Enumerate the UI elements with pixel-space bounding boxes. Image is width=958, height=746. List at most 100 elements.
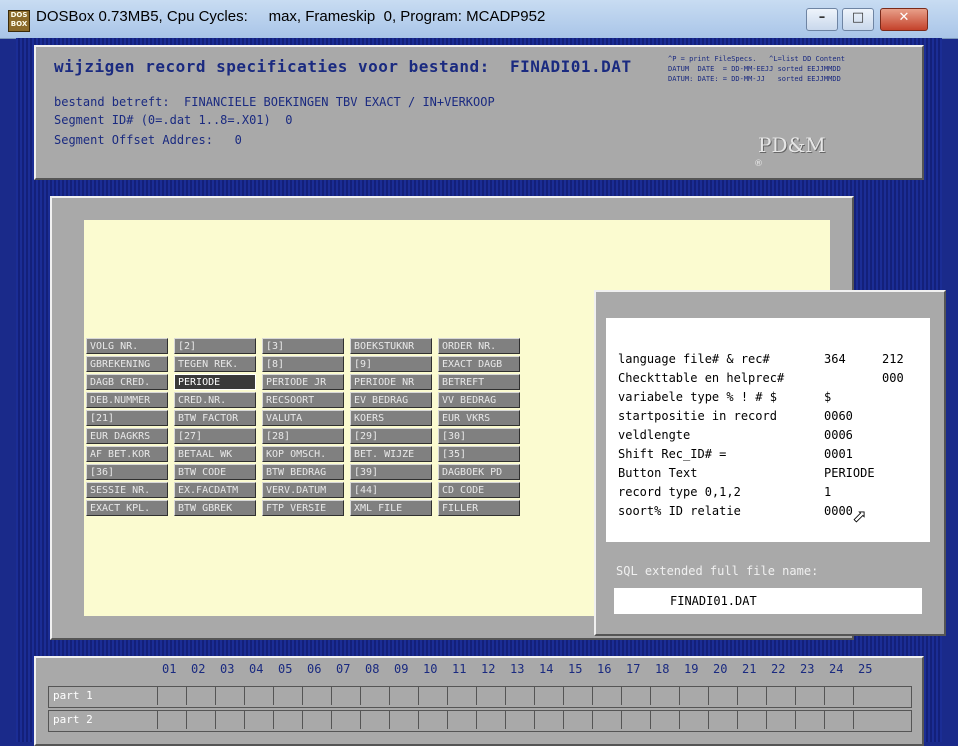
part-cell[interactable] xyxy=(476,687,503,705)
field-button[interactable]: [21] xyxy=(86,410,168,426)
part-cell[interactable] xyxy=(215,687,242,705)
field-button[interactable]: EUR DAGKRS xyxy=(86,428,168,444)
field-button[interactable]: [36] xyxy=(86,464,168,480)
field-button[interactable]: PERIODE xyxy=(174,374,256,390)
field-button[interactable]: FTP VERSIE xyxy=(262,500,344,516)
property-value[interactable]: 364 xyxy=(824,352,846,366)
part-cell[interactable] xyxy=(737,687,764,705)
part-cell[interactable] xyxy=(447,687,474,705)
field-button[interactable]: EV BEDRAG xyxy=(350,392,432,408)
field-button[interactable]: PERIODE NR xyxy=(350,374,432,390)
part-cell[interactable] xyxy=(795,687,822,705)
field-button[interactable]: VALUTA xyxy=(262,410,344,426)
part-cell[interactable] xyxy=(708,687,735,705)
property-value-secondary[interactable]: 212 xyxy=(882,352,904,366)
part-cell[interactable] xyxy=(389,711,416,729)
minimize-button[interactable]: – xyxy=(806,8,838,31)
part-cell[interactable] xyxy=(186,687,213,705)
field-button[interactable]: VOLG NR. xyxy=(86,338,168,354)
part-cell[interactable] xyxy=(418,687,445,705)
part-cell[interactable] xyxy=(592,711,619,729)
field-button[interactable]: SESSIE NR. xyxy=(86,482,168,498)
field-button[interactable]: BTW FACTOR xyxy=(174,410,256,426)
part-cell[interactable] xyxy=(621,687,648,705)
field-button[interactable]: [39] xyxy=(350,464,432,480)
part-cell[interactable] xyxy=(360,711,387,729)
field-button[interactable]: KOERS xyxy=(350,410,432,426)
field-button[interactable]: BTW BEDRAG xyxy=(262,464,344,480)
part-cell[interactable] xyxy=(447,711,474,729)
sql-file-name-field[interactable]: FINADI01.DAT xyxy=(614,588,922,614)
part-cell[interactable] xyxy=(650,687,677,705)
field-button[interactable]: CD CODE xyxy=(438,482,520,498)
part-cell[interactable] xyxy=(331,711,358,729)
field-button[interactable]: BETAAL WK xyxy=(174,446,256,462)
part-cell[interactable] xyxy=(824,687,851,705)
field-button[interactable]: DAGBOEK PD xyxy=(438,464,520,480)
property-value-secondary[interactable]: 000 xyxy=(882,371,904,385)
part-cell[interactable] xyxy=(505,711,532,729)
property-value[interactable]: 0006 xyxy=(824,428,853,442)
property-value[interactable]: $ xyxy=(824,390,831,404)
field-button[interactable]: [27] xyxy=(174,428,256,444)
dosbox-app-icon[interactable]: DOS BOX xyxy=(8,10,30,32)
field-button[interactable]: [30] xyxy=(438,428,520,444)
field-button[interactable]: BETREFT xyxy=(438,374,520,390)
field-button[interactable]: KOP OMSCH. xyxy=(262,446,344,462)
field-button[interactable]: DAGB CRED. xyxy=(86,374,168,390)
part-cell[interactable] xyxy=(273,711,300,729)
part-cell[interactable] xyxy=(650,711,677,729)
part-cell[interactable] xyxy=(766,687,793,705)
field-button[interactable]: [2] xyxy=(174,338,256,354)
part-cell[interactable] xyxy=(215,711,242,729)
part-cell[interactable] xyxy=(157,711,184,729)
part-cell[interactable] xyxy=(708,711,735,729)
part-cell[interactable] xyxy=(476,711,503,729)
part-cell[interactable] xyxy=(331,687,358,705)
part-cell[interactable] xyxy=(563,711,590,729)
part-cell[interactable] xyxy=(273,687,300,705)
part-cell[interactable] xyxy=(418,711,445,729)
field-button[interactable]: TEGEN REK. xyxy=(174,356,256,372)
field-button[interactable]: GBREKENING xyxy=(86,356,168,372)
field-button[interactable]: [44] xyxy=(350,482,432,498)
part-cell[interactable] xyxy=(302,687,329,705)
field-button[interactable]: VV BEDRAG xyxy=(438,392,520,408)
property-value[interactable]: 1 xyxy=(824,485,831,499)
field-button[interactable]: VERV.DATUM xyxy=(262,482,344,498)
part-cell[interactable] xyxy=(592,687,619,705)
part-cell[interactable] xyxy=(302,711,329,729)
field-button[interactable]: PERIODE JR xyxy=(262,374,344,390)
part-cell[interactable] xyxy=(679,711,706,729)
field-button[interactable]: BOEKSTUKNR xyxy=(350,338,432,354)
property-value[interactable]: PERIODE xyxy=(824,466,875,480)
property-value[interactable]: 0000 xyxy=(824,504,853,518)
part-cell[interactable] xyxy=(389,687,416,705)
part-cell[interactable] xyxy=(505,687,532,705)
part-cell[interactable] xyxy=(621,711,648,729)
part-cell[interactable] xyxy=(853,711,880,729)
field-button[interactable]: EX.FACDATM xyxy=(174,482,256,498)
field-button[interactable]: [8] xyxy=(262,356,344,372)
part-cell[interactable] xyxy=(737,711,764,729)
field-button[interactable]: BTW CODE xyxy=(174,464,256,480)
maximize-button[interactable]: □ xyxy=(842,8,874,31)
part-cell[interactable] xyxy=(244,687,271,705)
field-button[interactable]: [9] xyxy=(350,356,432,372)
part-cell[interactable] xyxy=(679,687,706,705)
field-button[interactable]: EUR VKRS xyxy=(438,410,520,426)
field-button[interactable]: RECSOORT xyxy=(262,392,344,408)
part-cell[interactable] xyxy=(360,687,387,705)
part-cell[interactable] xyxy=(186,711,213,729)
part-cell[interactable] xyxy=(534,687,561,705)
field-button[interactable]: EXACT DAGB xyxy=(438,356,520,372)
field-button[interactable]: XML FILE xyxy=(350,500,432,516)
part-cell[interactable] xyxy=(824,711,851,729)
part-cell[interactable] xyxy=(563,687,590,705)
field-button[interactable]: BET. WIJZE xyxy=(350,446,432,462)
field-button[interactable]: EXACT KPL. xyxy=(86,500,168,516)
field-button[interactable]: [35] xyxy=(438,446,520,462)
field-button[interactable]: DEB.NUMMER xyxy=(86,392,168,408)
field-button[interactable]: FILLER xyxy=(438,500,520,516)
field-button[interactable]: ORDER NR. xyxy=(438,338,520,354)
